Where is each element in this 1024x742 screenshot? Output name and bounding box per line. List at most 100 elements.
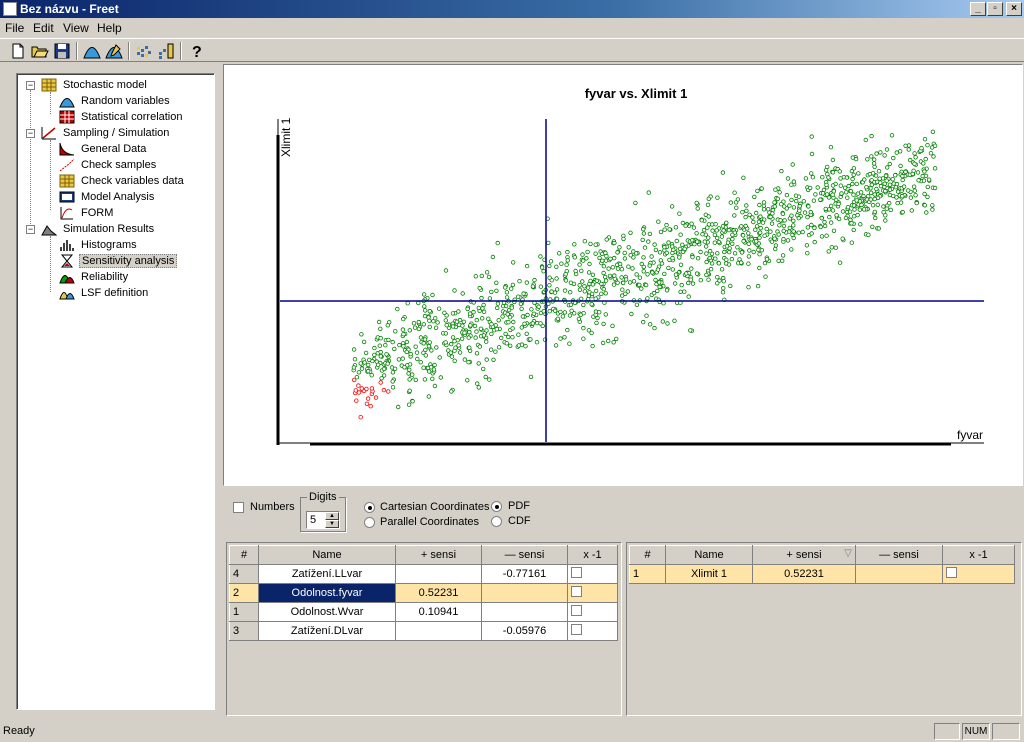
row-minus-sensi[interactable]: -0.77161 <box>481 564 568 584</box>
tree-item-histograms[interactable]: Histograms <box>59 237 139 253</box>
row-plus-sensi[interactable] <box>395 621 482 641</box>
col-header-index[interactable]: # <box>629 545 666 565</box>
tree-item-check-samples[interactable]: Check samples <box>59 157 158 173</box>
table-row[interactable]: 4 Zatížení.LLvar -0.77161 <box>229 564 618 584</box>
scatter-point <box>603 291 608 296</box>
samples-icon[interactable] <box>134 41 154 61</box>
row-minus-sensi[interactable] <box>481 583 568 603</box>
row-name[interactable]: Zatížení.LLvar <box>258 564 396 584</box>
save-icon[interactable] <box>52 41 72 61</box>
row-plus-sensi[interactable]: 0.52231 <box>752 564 856 584</box>
row-name[interactable]: Odolnost.fyvar <box>258 583 396 603</box>
col-header-invert[interactable]: x -1 <box>942 545 1015 565</box>
menu-edit[interactable]: Edit <box>33 21 54 35</box>
scatter-point <box>893 172 898 178</box>
scatter-point <box>858 222 863 227</box>
col-header-name[interactable]: Name <box>258 545 396 565</box>
col-header-minus-sensi[interactable]: — sensi <box>855 545 943 565</box>
collapse-toggle-stochastic[interactable]: − <box>26 81 35 90</box>
samples-edit-icon[interactable] <box>156 41 176 61</box>
tree-item-simulation-results[interactable]: Simulation Results <box>41 221 156 237</box>
row-plus-sensi[interactable]: 0.10941 <box>395 602 482 622</box>
tree-item-statistical-correlation[interactable]: Statistical correlation <box>59 109 185 125</box>
scatter-point <box>779 201 784 207</box>
table-row[interactable]: 1 Xlimit 1 0.52231 <box>629 564 1015 584</box>
invert-checkbox[interactable] <box>946 567 957 578</box>
tree-item-general-data[interactable]: General Data <box>59 141 148 157</box>
close-button[interactable]: × <box>1006 2 1022 16</box>
row-minus-sensi[interactable] <box>855 564 943 584</box>
row-minus-sensi[interactable]: -0.05976 <box>481 621 568 641</box>
parallel-radio[interactable] <box>364 517 375 528</box>
app-icon[interactable] <box>3 2 17 16</box>
cartesian-radio[interactable] <box>364 502 375 513</box>
scatter-point <box>666 265 671 271</box>
digits-spinner[interactable]: 5 ▲ ▼ <box>306 511 340 529</box>
tree-item-lsf-definition[interactable]: LSF definition <box>59 285 150 301</box>
col-header-plus-sensi[interactable]: + sensi ▽ <box>752 545 856 565</box>
scatter-point <box>883 188 888 194</box>
tree-item-sampling-simulation[interactable]: Sampling / Simulation <box>41 125 171 141</box>
scatter-point <box>931 154 936 159</box>
table-row[interactable]: 3 Zatížení.DLvar -0.05976 <box>229 621 618 641</box>
row-name[interactable]: Xlimit 1 <box>665 564 753 584</box>
row-minus-sensi[interactable] <box>481 602 568 622</box>
row-name[interactable]: Zatížení.DLvar <box>258 621 396 641</box>
maximize-button[interactable]: ▫ <box>987 2 1003 16</box>
col-header-plus-sensi[interactable]: + sensi <box>395 545 482 565</box>
tree-item-model-analysis[interactable]: Model Analysis <box>59 189 156 205</box>
numbers-checkbox[interactable] <box>233 502 244 513</box>
invert-checkbox[interactable] <box>571 586 582 597</box>
col-header-minus-sensi[interactable]: — sensi <box>481 545 568 565</box>
tree-item-stochastic-model[interactable]: Stochastic model <box>41 77 149 93</box>
scatter-point <box>789 213 794 218</box>
scatter-point <box>684 271 689 276</box>
row-plus-sensi[interactable]: 0.52231 <box>395 583 482 603</box>
row-index[interactable]: 4 <box>229 564 259 584</box>
spinner-up-icon[interactable]: ▲ <box>325 512 339 520</box>
tree-item-random-variables[interactable]: Random variables <box>59 93 172 109</box>
tree-item-reliability[interactable]: Reliability <box>59 269 130 285</box>
collapse-toggle-sampling[interactable]: − <box>26 129 35 138</box>
row-index[interactable]: 3 <box>229 621 259 641</box>
help-icon[interactable]: ? <box>186 41 206 61</box>
minimize-button[interactable]: _ <box>970 2 986 16</box>
pdf-radio[interactable] <box>491 501 502 512</box>
invert-checkbox[interactable] <box>571 567 582 578</box>
scatter-point <box>650 270 655 275</box>
scatter-point <box>356 383 361 388</box>
scatter-chart[interactable]: fyvar vs. Xlimit 1 Xlimit 1 fyvar <box>224 65 1022 485</box>
collapse-toggle-results[interactable]: − <box>26 225 35 234</box>
table-row[interactable]: 1 Odolnost.Wvar 0.10941 <box>229 602 618 622</box>
row-name[interactable]: Odolnost.Wvar <box>258 602 396 622</box>
tree-item-form[interactable]: FORM <box>59 205 115 221</box>
menu-view[interactable]: View <box>63 21 89 35</box>
row-index[interactable]: 1 <box>229 602 259 622</box>
row-index[interactable]: 1 <box>629 564 666 584</box>
tree-item-sensitivity-analysis[interactable]: Sensitivity analysis <box>59 253 178 269</box>
scatter-point <box>589 330 594 336</box>
col-header-index[interactable]: # <box>229 545 259 565</box>
col-header-name[interactable]: Name <box>665 545 753 565</box>
distribution-edit-icon[interactable] <box>104 41 124 61</box>
new-file-icon[interactable] <box>8 41 28 61</box>
menu-file[interactable]: File <box>5 21 24 35</box>
invert-checkbox[interactable] <box>571 605 582 616</box>
scatter-point <box>443 340 448 345</box>
row-plus-sensi[interactable] <box>395 564 482 584</box>
distribution-icon[interactable] <box>82 41 102 61</box>
col-header-invert[interactable]: x -1 <box>567 545 618 565</box>
scatter-point <box>838 183 843 188</box>
scatter-point <box>562 310 568 315</box>
row-index[interactable]: 2 <box>229 583 259 603</box>
scatter-point <box>430 376 435 381</box>
menu-help[interactable]: Help <box>97 21 122 35</box>
scatter-point <box>688 328 693 333</box>
open-folder-icon[interactable] <box>30 41 50 61</box>
spinner-down-icon[interactable]: ▼ <box>325 520 339 528</box>
tree-item-check-variables-data[interactable]: Check variables data <box>59 173 186 189</box>
scatter-point <box>588 278 593 284</box>
invert-checkbox[interactable] <box>571 624 582 635</box>
table-row[interactable]: 2 Odolnost.fyvar 0.52231 <box>229 583 618 603</box>
cdf-radio[interactable] <box>491 516 502 527</box>
